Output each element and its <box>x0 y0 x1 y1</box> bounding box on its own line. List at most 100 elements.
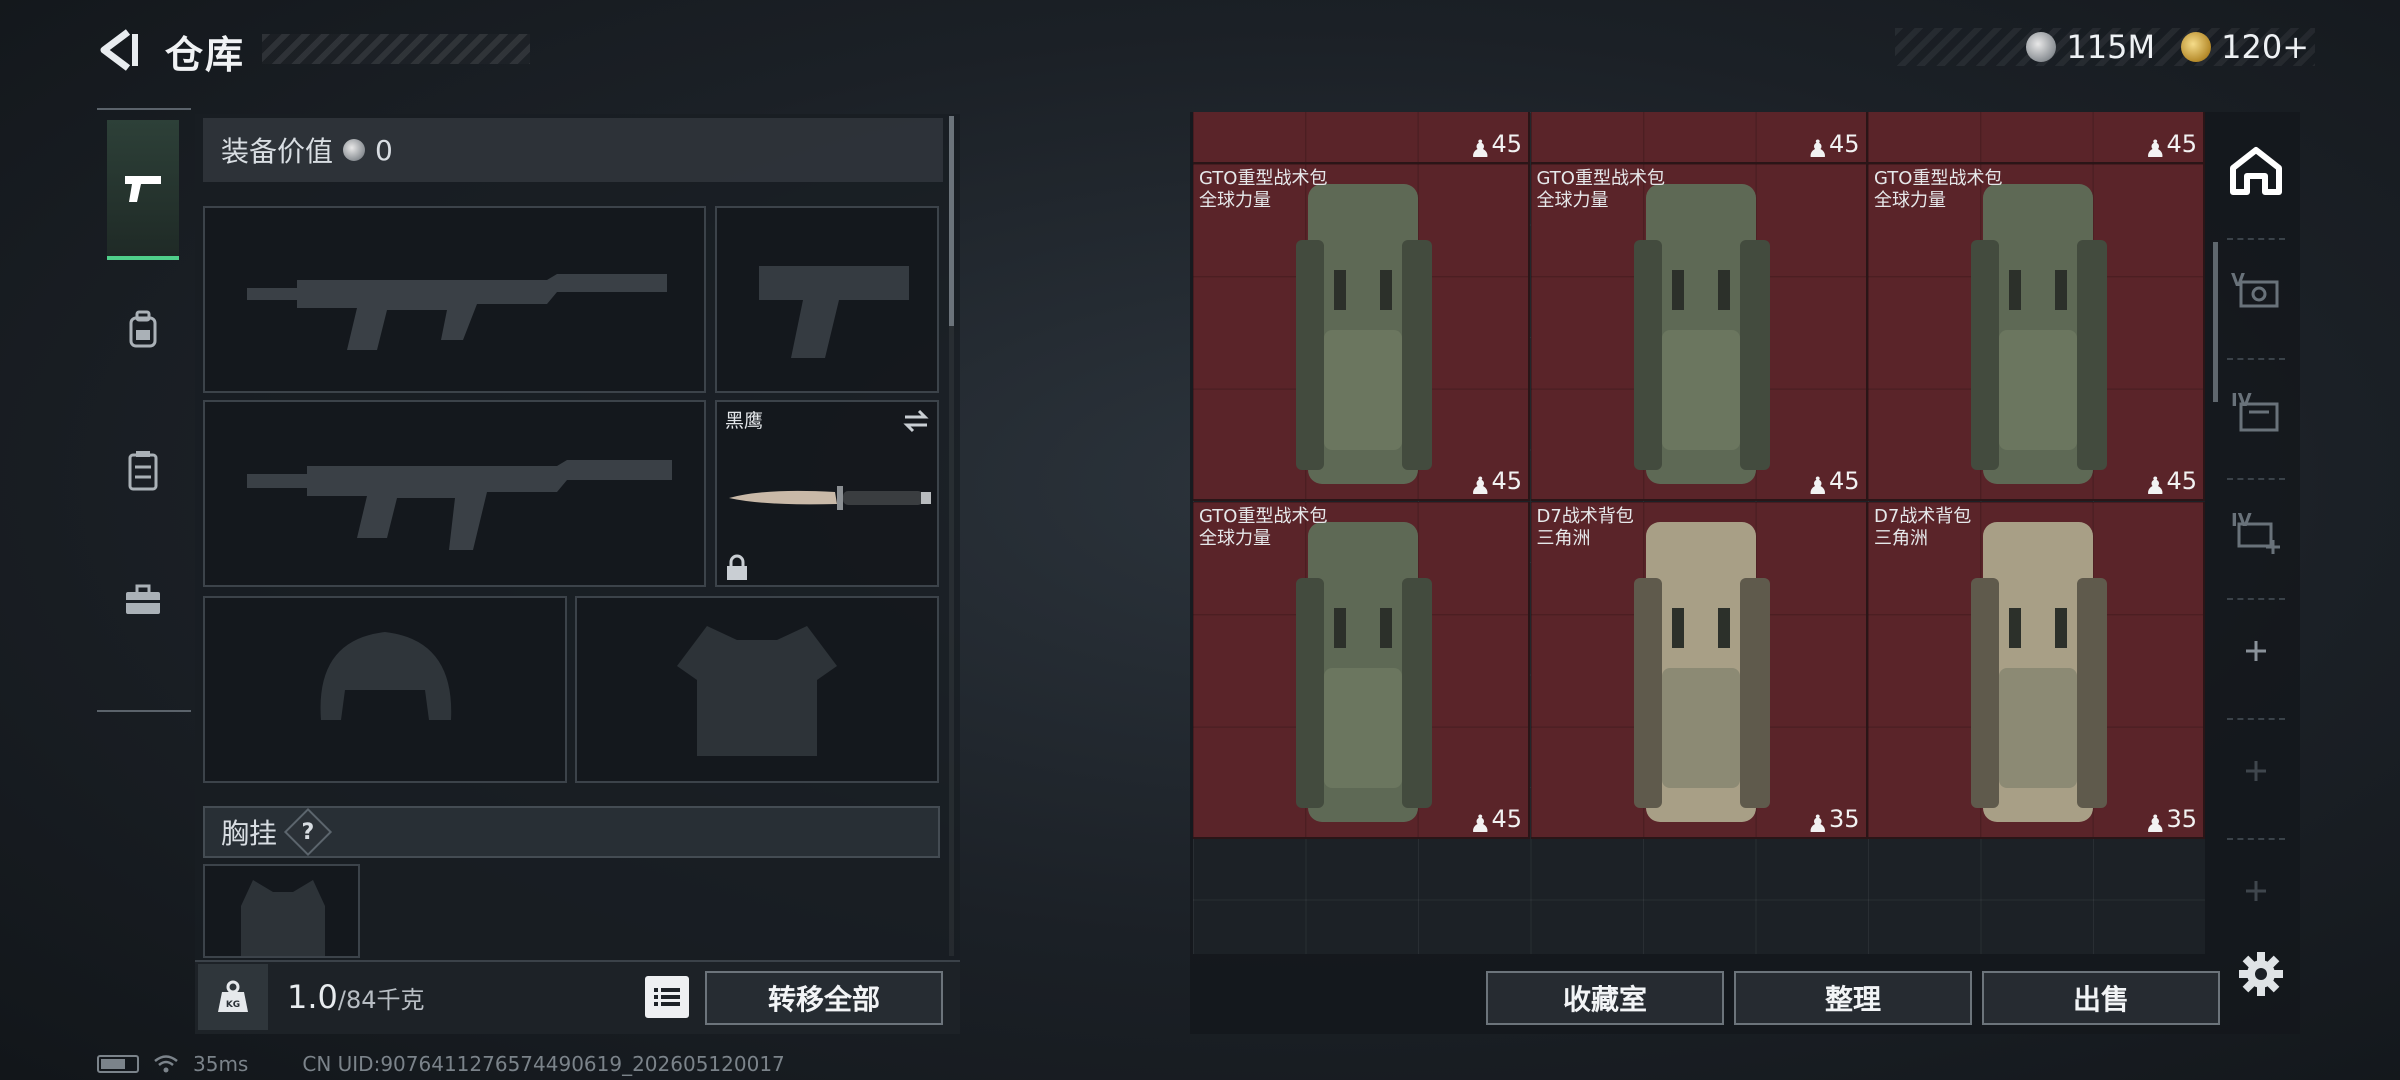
item-source: 全球力量 <box>1536 190 1609 211</box>
storage-item-backpack[interactable]: D7战术背包 三角洲 ♟ 35 <box>1868 501 2205 839</box>
capacity-icon: ♟ <box>1806 135 1829 163</box>
add-icon <box>2246 641 2266 661</box>
swap-icon[interactable] <box>901 408 931 434</box>
capacity-icon: ♟ <box>1806 809 1829 838</box>
backpack-icon <box>1971 184 2107 484</box>
home-icon <box>2230 147 2282 195</box>
storage-iv-plus-icon: IV <box>2231 510 2280 554</box>
backpack-icon <box>1296 521 1432 822</box>
item-capacity: ♟ 45 <box>1806 130 1860 163</box>
capacity-icon: ♟ <box>1469 472 1491 500</box>
equipment-value-header: 装备价值 0 <box>203 118 943 182</box>
primary-weapon-slot[interactable] <box>203 206 706 393</box>
tab-toolbox[interactable] <box>107 530 179 670</box>
storage-page-iv-button[interactable]: IV <box>2223 378 2289 444</box>
capacity-icon: ♟ <box>1469 809 1491 838</box>
storage-item-partial[interactable]: ♟ 45 <box>1193 112 1530 164</box>
rail-divider <box>2227 838 2285 840</box>
rail-divider <box>2227 478 2285 480</box>
item-source: 三角洲 <box>1874 527 1928 549</box>
battery-icon <box>97 1055 139 1073</box>
storage-item-backpack[interactable]: GTO重型战术包 全球力量 ♟ 45 <box>1193 164 1530 501</box>
capacity-icon: ♟ <box>2144 135 2166 163</box>
rifle-silhouette-icon <box>247 274 667 350</box>
title-decoration <box>262 34 530 64</box>
storage-item-backpack[interactable]: GTO重型战术包 全球力量 ♟ 45 <box>1530 164 1868 501</box>
chest-rig-slot[interactable] <box>203 864 360 958</box>
item-name: D7战术背包 <box>1536 505 1634 527</box>
currency-gold[interactable]: 120+ <box>2181 28 2309 66</box>
storage-item-partial[interactable]: ♟ 45 <box>1868 112 2205 164</box>
item-capacity: ♟ 45 <box>1469 467 1522 500</box>
item-capacity: ♟ 45 <box>1469 804 1522 838</box>
currency-silver[interactable]: 115M <box>2026 28 2155 66</box>
equipment-value-label: 装备价值 <box>221 135 334 168</box>
sidearm-slot[interactable] <box>715 206 939 393</box>
tab-weapons[interactable] <box>107 120 179 260</box>
storage-item-backpack[interactable]: D7战术背包 三角洲 ♟ 35 <box>1530 501 1868 839</box>
backpack-icon <box>1296 184 1432 484</box>
item-source: 全球力量 <box>1199 190 1271 211</box>
item-name: GTO重型战术包 <box>1199 505 1328 527</box>
tab-backpack[interactable] <box>107 260 179 400</box>
equipment-scrollbar[interactable] <box>949 116 954 326</box>
add-icon <box>2246 881 2266 901</box>
gear-icon <box>2239 952 2283 996</box>
rail-divider <box>2227 358 2285 360</box>
add-storage-button[interactable] <box>2223 858 2289 924</box>
chest-rig-silhouette-icon <box>241 880 325 956</box>
storage-page-rail: V IV IV <box>2213 112 2299 934</box>
help-icon[interactable]: ? <box>283 807 333 857</box>
vest-icon <box>128 451 158 491</box>
chest-rig-label: 胸挂 <box>221 817 278 850</box>
melee-slot[interactable]: 黑鹰 <box>715 400 939 587</box>
currency-bar: 115M 120+ <box>1895 28 2315 66</box>
backpack-icon <box>1633 521 1770 822</box>
storage-item-partial[interactable]: ♟ 45 <box>1530 112 1868 164</box>
capacity-icon: ♟ <box>2144 809 2166 838</box>
storage-item-backpack[interactable]: GTO重型战术包 全球力量 ♟ 45 <box>1868 164 2205 501</box>
sell-button[interactable]: 出售 <box>1982 971 2220 1025</box>
collection-room-button[interactable]: 收藏室 <box>1486 971 1724 1025</box>
rail-divider <box>2227 238 2285 240</box>
add-storage-button[interactable] <box>2223 618 2289 684</box>
chest-rig-header: 胸挂 ? <box>203 806 940 858</box>
armor-silhouette-icon <box>677 626 837 756</box>
storage-page-v-button[interactable]: V <box>2223 258 2289 324</box>
storage-grid: ♟ 45 ♟ 45 ♟ 45 GTO重型战术包 全球力量 ♟ 45 GTO重型战术包 全… <box>1193 112 2205 954</box>
organize-button[interactable]: 整理 <box>1734 971 1972 1025</box>
item-capacity: ♟ 45 <box>1469 130 1522 163</box>
silver-coin-icon <box>2026 32 2057 62</box>
add-storage-button[interactable] <box>2223 738 2289 804</box>
secondary-weapon-slot[interactable] <box>203 400 706 587</box>
page-title: 仓库 <box>165 33 246 77</box>
capacity-icon: ♟ <box>1806 472 1829 500</box>
storage-page-iv-plus-button[interactable]: IV <box>2223 498 2289 564</box>
lock-icon <box>727 554 747 580</box>
wifi-icon <box>154 1055 178 1073</box>
rail-divider <box>2227 598 2285 600</box>
knife-icon <box>729 486 931 510</box>
back-button[interactable] <box>92 22 148 78</box>
silver-amount: 115M <box>2066 28 2156 66</box>
storage-iv-icon: IV <box>2231 390 2279 432</box>
backpack-icon <box>129 310 157 348</box>
transfer-all-button[interactable]: 转移全部 <box>705 971 943 1025</box>
item-name: D7战术背包 <box>1874 505 1972 527</box>
status-bar: 35ms CN UID:9076411276574490619_20260512… <box>97 1052 785 1076</box>
list-view-button[interactable] <box>645 976 689 1018</box>
armor-slot[interactable] <box>575 596 939 783</box>
gold-amount: 120+ <box>2221 28 2309 66</box>
melee-item-name: 黑鹰 <box>725 410 764 432</box>
settings-button[interactable] <box>2237 950 2287 1000</box>
item-source: 全球力量 <box>1199 527 1271 549</box>
tab-vest[interactable] <box>107 400 179 540</box>
item-capacity: ♟ 45 <box>2144 130 2197 163</box>
equipment-value: 0 <box>375 133 393 167</box>
toolbox-icon <box>126 584 160 614</box>
storage-home-button[interactable] <box>2223 138 2289 204</box>
svg-text:IV: IV <box>2231 510 2252 531</box>
helmet-slot[interactable] <box>203 596 567 783</box>
capacity-icon: ♟ <box>2144 472 2166 500</box>
storage-item-backpack[interactable]: GTO重型战术包 全球力量 ♟ 45 <box>1193 501 1530 839</box>
